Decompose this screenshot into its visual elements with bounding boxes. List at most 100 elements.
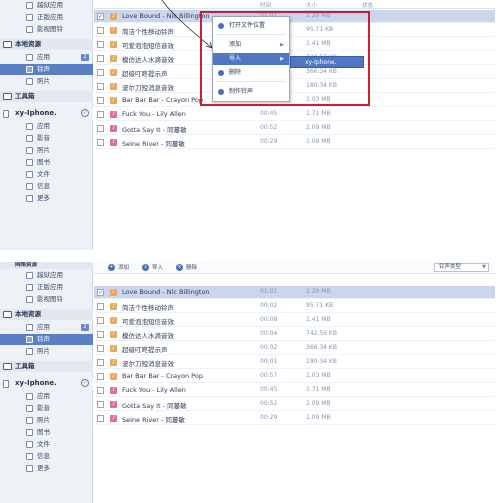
table-row[interactable]: ✓ ♪ Love Bound - Nic Billington 01:01 2.29 M… — [94, 286, 495, 299]
row-checkbox[interactable] — [97, 111, 104, 118]
screenshot-bottom: 网络资源 越狱应用 正版应用 影视图铃 本地资源 应用 2 铃声 照片 工具箱 xy-Iphone… — [0, 262, 495, 503]
sidebar-item[interactable]: xy-Iphone. ✓ — [0, 377, 93, 390]
ringtone-duration: 00:45 — [260, 110, 278, 117]
ringtone-size: 180.34 KB — [306, 358, 337, 365]
sidebar-item[interactable]: 照片 — [0, 346, 93, 357]
table-row[interactable]: ♪ Seine River - 同蔓敏 00:29 1.09 MB — [94, 136, 495, 149]
ringtone-size: 1.03 MB — [306, 372, 331, 379]
music-icon: ♪ — [110, 55, 117, 62]
row-checkbox[interactable] — [97, 41, 104, 48]
table-row[interactable]: ♪ Bar Bar Bar - Crayon Pop 00:57 1.03 MB — [94, 370, 495, 383]
ringtone-size: 742.59 KB — [306, 330, 337, 337]
sidebar-item[interactable]: 更多 — [0, 193, 93, 204]
sidebar-item[interactable]: 铃声 — [0, 334, 93, 345]
table-row[interactable]: ♪ 超级叮咚提示声 00:02 366.34 KB — [94, 342, 495, 355]
sidebar-item[interactable]: 工具箱 — [0, 91, 93, 102]
sidebar-item[interactable]: 信息 — [0, 181, 93, 192]
row-checkbox[interactable] — [97, 401, 104, 408]
header-status[interactable]: 状态 — [362, 1, 373, 9]
sidebar-item-label: 信息 — [37, 182, 50, 190]
sidebar-item[interactable]: 影视图铃 — [0, 24, 93, 35]
add-button[interactable]: + 添加 — [108, 264, 129, 272]
table-row[interactable]: ♪ 可爱泡泡短信音效 00:08 1.41 MB — [94, 314, 495, 327]
sidebar-item[interactable]: 更多 — [0, 463, 93, 474]
ringtone-duration: 00:04 — [260, 330, 278, 337]
ringtone-size: 2.09 MB — [306, 124, 331, 131]
sidebar-item[interactable]: 本地资源 — [0, 39, 93, 50]
sidebar-group-network[interactable]: 网络资源 — [0, 262, 93, 269]
column-header: 时间 大小 状态 — [94, 0, 495, 9]
sidebar-item-label: 照片 — [37, 416, 50, 424]
sidebar-item[interactable]: 信息 — [0, 451, 93, 462]
row-checkbox[interactable] — [97, 387, 104, 394]
table-row[interactable]: ♪ Fuck You - Lily Allen 00:45 1.71 MB — [94, 384, 495, 397]
sidebar-item[interactable]: 图书 — [0, 427, 93, 438]
file-icon — [26, 441, 33, 448]
sidebar-item[interactable]: 本地资源 — [0, 309, 93, 320]
row-checkbox[interactable] — [97, 27, 104, 34]
sidebar-item-label: 本地资源 — [15, 40, 41, 48]
ringtone-type-select[interactable]: 铃声类型 ▼ — [434, 263, 489, 272]
sidebar-item[interactable]: 越狱应用 — [0, 0, 93, 11]
sidebar-item[interactable]: 图书 — [0, 157, 93, 168]
sidebar-item-label: 应用 — [37, 53, 50, 61]
row-checkbox[interactable] — [97, 83, 104, 90]
row-checkbox[interactable] — [97, 69, 104, 76]
sync-icon[interactable]: ✓ — [81, 109, 89, 117]
table-row[interactable]: ♪ Gotta Say It - 同蔓敏 00:52 2.09 MB — [94, 122, 495, 135]
photo-icon — [26, 147, 33, 154]
import-button[interactable]: ↓ 导入 — [142, 264, 163, 272]
sidebar-item[interactable]: 影视图铃 — [0, 294, 93, 305]
app-icon — [26, 272, 33, 279]
sidebar-item-label: 越狱应用 — [37, 1, 63, 9]
row-checkbox[interactable]: ✓ — [97, 13, 104, 20]
sidebar-item[interactable]: 文件 — [0, 169, 93, 180]
sidebar-item[interactable]: 铃声 — [0, 64, 93, 75]
sidebar-item[interactable]: 照片 — [0, 76, 93, 87]
row-checkbox[interactable] — [97, 303, 104, 310]
table-row[interactable]: ♪ 波尔刀短消息音效 00:01 180.34 KB — [94, 356, 495, 369]
sidebar-item-label: 影音 — [37, 404, 50, 412]
row-checkbox[interactable] — [97, 415, 104, 422]
row-checkbox[interactable] — [97, 125, 104, 132]
row-checkbox[interactable] — [97, 373, 104, 380]
row-checkbox[interactable]: ✓ — [97, 289, 104, 296]
row-checkbox[interactable] — [97, 55, 104, 62]
sync-icon[interactable]: ✓ — [81, 379, 89, 387]
header-time[interactable]: 时间 — [260, 1, 271, 9]
sidebar-item[interactable]: 影音 — [0, 133, 93, 144]
media-icon — [26, 405, 33, 412]
sidebar-item[interactable]: 正版应用 — [0, 12, 93, 23]
table-row[interactable]: ♪ 简洁个性移动铃声 00:02 95.71 KB — [94, 300, 495, 313]
row-checkbox[interactable] — [97, 359, 104, 366]
sidebar-item[interactable]: 应用 2 — [0, 322, 93, 333]
header-size[interactable]: 大小 — [306, 1, 317, 9]
sidebar-item[interactable]: 应用 — [0, 391, 93, 402]
delete-button[interactable]: × 删除 — [176, 264, 197, 272]
row-checkbox[interactable] — [97, 317, 104, 324]
table-row[interactable]: ♪ Gotta Say It - 同蔓敏 00:52 2.09 MB — [94, 398, 495, 411]
table-row[interactable]: ♪ Fuck You - Lily Allen 00:45 1.71 MB — [94, 108, 495, 121]
music-icon: ♪ — [110, 13, 117, 20]
sidebar-item[interactable]: xy-Iphone. ✓ — [0, 107, 93, 120]
row-checkbox[interactable] — [97, 139, 104, 146]
sidebar-item[interactable]: 文件 — [0, 439, 93, 450]
row-checkbox[interactable] — [97, 331, 104, 338]
sidebar-item[interactable]: 影音 — [0, 403, 93, 414]
sidebar-item[interactable]: 应用 2 — [0, 52, 93, 63]
row-checkbox[interactable] — [97, 345, 104, 352]
sidebar-item[interactable]: 照片 — [0, 145, 93, 156]
ringtone-name: Fuck You - Lily Allen — [122, 386, 186, 394]
row-checkbox[interactable] — [97, 97, 104, 104]
sidebar-item-label: 图书 — [37, 158, 50, 166]
sidebar-item[interactable]: 工具箱 — [0, 361, 93, 372]
sidebar-item[interactable]: 越狱应用 — [0, 270, 93, 281]
sidebar-item[interactable]: 照片 — [0, 415, 93, 426]
table-row[interactable]: ♪ 模仿达人水滴音效 00:04 742.59 KB — [94, 328, 495, 341]
sidebar-item[interactable]: 正版应用 — [0, 282, 93, 293]
sidebar-item[interactable]: 应用 — [0, 121, 93, 132]
ringtone-list: + 添加 ↓ 导入 × 删除 铃声类型 ▼ ✓ ♪ Love Bound - Nic Bil… — [94, 262, 495, 503]
music-icon: ♪ — [110, 125, 117, 132]
table-row[interactable]: ♪ Seine River - 同蔓敏 00:29 1.09 MB — [94, 412, 495, 425]
ringtone-name: 波尔刀短消息音效 — [122, 84, 174, 92]
